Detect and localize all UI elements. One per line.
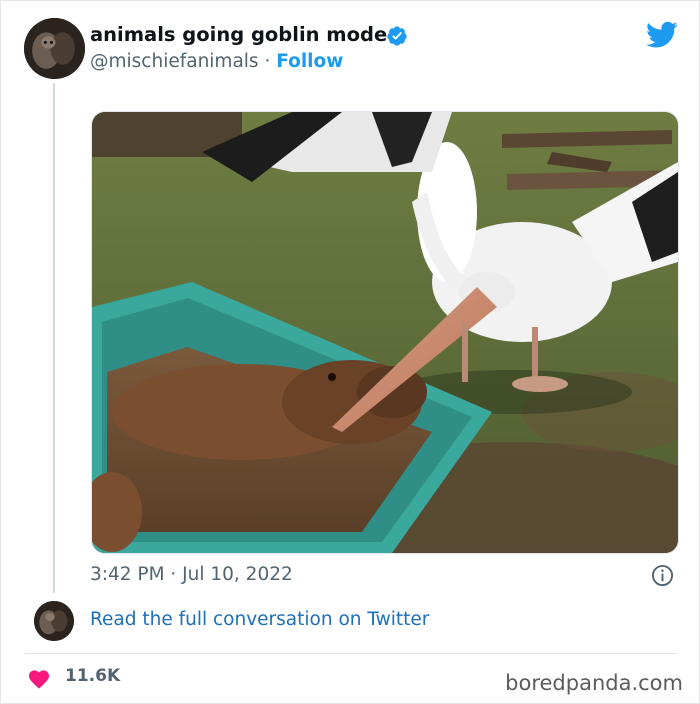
handle[interactable]: @mischiefanimals — [90, 51, 259, 72]
verified-badge-icon — [387, 26, 407, 46]
like-count: 11.6K — [65, 666, 121, 686]
display-name[interactable]: animals going goblin mode — [90, 23, 387, 46]
twitter-bird-icon[interactable] — [646, 21, 678, 49]
avatar[interactable] — [24, 18, 85, 79]
tweet-timestamp[interactable]: 3:42 PM · Jul 10, 2022 — [90, 564, 293, 585]
handle-row: @mischiefanimals · Follow — [90, 51, 343, 72]
tweet-photo[interactable] — [91, 111, 679, 554]
read-conversation-link[interactable]: Read the full conversation on Twitter — [90, 609, 429, 630]
thread-line — [53, 83, 55, 593]
follow-button[interactable]: Follow — [276, 51, 343, 72]
separator: · — [258, 51, 277, 72]
info-icon[interactable] — [651, 564, 674, 587]
watermark: boredpanda.com — [505, 671, 683, 695]
heart-icon[interactable] — [27, 667, 51, 689]
divider — [25, 653, 677, 654]
avatar-small[interactable] — [34, 601, 74, 641]
tweet-card: animals going goblin mode @mischiefanima… — [0, 0, 700, 704]
